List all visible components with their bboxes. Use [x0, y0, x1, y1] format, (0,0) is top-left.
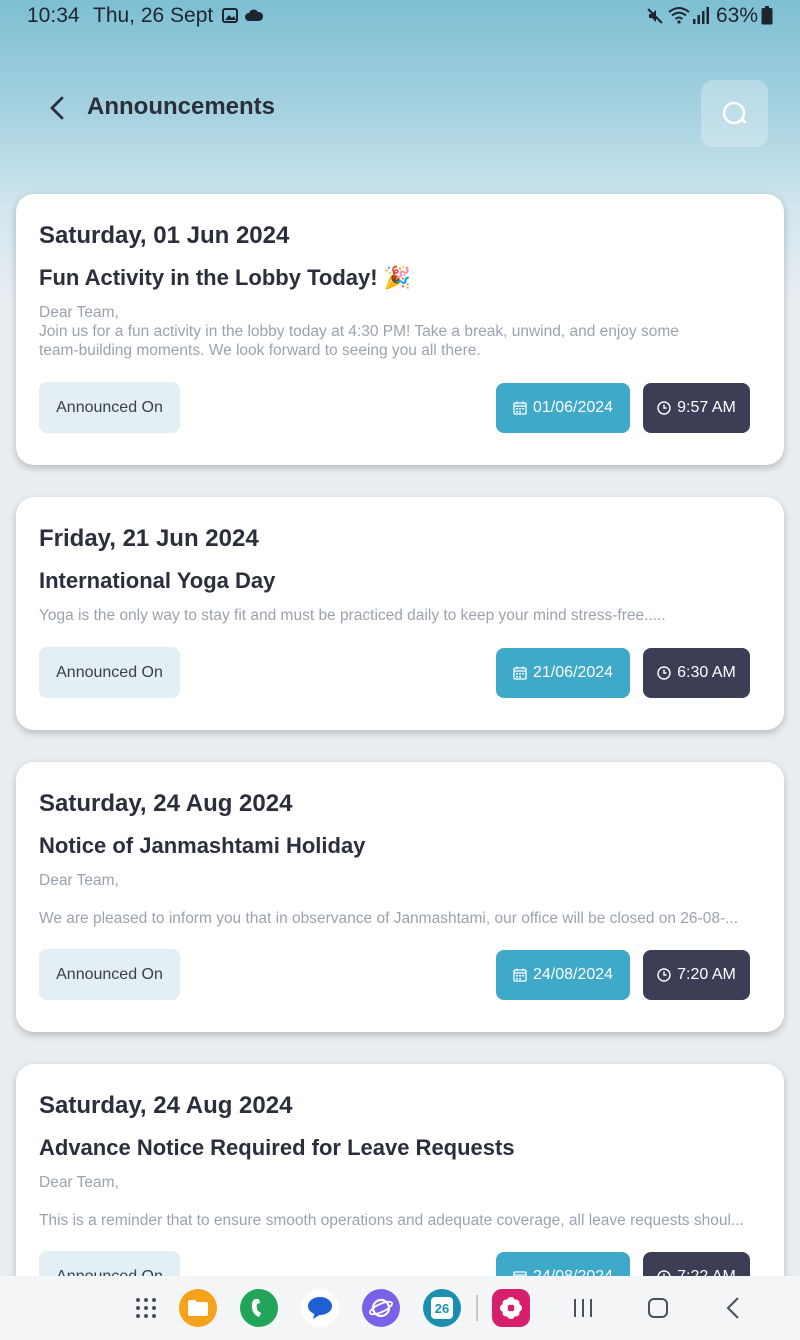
announcement-body-line: We are pleased to inform you that in obs…	[39, 910, 739, 927]
home-button[interactable]	[639, 1289, 677, 1327]
app-header: Announcements	[0, 80, 800, 148]
gallery-app-icon[interactable]	[492, 1289, 530, 1327]
announcement-date-heading: Saturday, 24 Aug 2024	[39, 790, 293, 817]
wifi-icon	[668, 7, 690, 24]
announcement-body-line: Dear Team,	[39, 872, 119, 889]
announced-on-label: Announced On	[39, 382, 180, 433]
announced-time-badge: 6:30 AM	[643, 648, 750, 698]
calendar-day-number: 26	[431, 1297, 453, 1319]
announced-date: 24/08/2024	[532, 966, 614, 983]
announcement-body: Dear Team, Join us for a fun activity in…	[39, 303, 759, 360]
clock-icon	[657, 968, 671, 982]
folder-icon	[188, 1300, 208, 1316]
back-button[interactable]	[40, 90, 76, 126]
search-icon	[722, 101, 746, 124]
calendar-icon	[513, 401, 527, 415]
status-bar: 10:34 Thu, 26 Sept 63%	[0, 0, 800, 32]
navigation-bar: 26	[0, 1276, 800, 1340]
app-drawer-button[interactable]	[127, 1289, 165, 1327]
image-notification-icon	[222, 8, 238, 23]
announcement-body-line: Dear Team,	[39, 1174, 119, 1191]
announced-time-badge: 9:57 AM	[643, 383, 750, 433]
calendar-icon	[513, 666, 527, 680]
announced-time-badge: 7:20 AM	[643, 950, 750, 1000]
announcement-card[interactable]: Saturday, 24 Aug 2024 Notice of Janmasht…	[16, 762, 784, 1032]
announcement-date-heading: Saturday, 01 Jun 2024	[39, 222, 290, 249]
announced-time: 9:57 AM	[677, 399, 736, 416]
announced-date-badge: 21/06/2024	[496, 648, 630, 698]
back-icon	[726, 1297, 739, 1319]
announcement-date-heading: Friday, 21 Jun 2024	[39, 525, 259, 552]
announcement-body-line: team-building moments. We look forward t…	[39, 342, 481, 359]
cloud-icon	[245, 9, 263, 21]
planet-icon	[369, 1298, 393, 1318]
announcement-title: Notice of Janmashtami Holiday	[39, 833, 366, 858]
phone-app-icon[interactable]	[240, 1289, 278, 1327]
announcement-body-line: Dear Team,	[39, 304, 119, 321]
status-time: 10:34	[27, 4, 80, 27]
nav-back-button[interactable]	[715, 1289, 753, 1327]
announcement-body: Yoga is the only way to stay fit and mus…	[39, 606, 759, 625]
back-arrow-icon	[50, 96, 64, 120]
page-title: Announcements	[87, 93, 276, 120]
announcement-body-line: Join us for a fun activity in the lobby …	[39, 323, 679, 340]
announcement-title: International Yoga Day	[39, 568, 276, 593]
announcement-title: Advance Notice Required for Leave Reques…	[39, 1135, 515, 1160]
files-app-icon[interactable]	[179, 1289, 217, 1327]
phone-icon	[251, 1299, 261, 1317]
announced-on-label: Announced On	[39, 949, 180, 1000]
signal-icon	[693, 7, 709, 24]
battery-percentage: 63%	[716, 4, 759, 27]
announced-date-badge: 24/08/2024	[496, 950, 630, 1000]
messages-app-icon[interactable]	[301, 1289, 339, 1327]
nav-divider	[476, 1295, 478, 1321]
announcement-card[interactable]: Friday, 21 Jun 2024 International Yoga D…	[16, 497, 784, 730]
announcement-date-heading: Saturday, 24 Aug 2024	[39, 1092, 293, 1119]
mute-icon	[647, 8, 663, 24]
recents-icon	[574, 1299, 592, 1317]
announced-time: 7:20 AM	[677, 966, 736, 983]
recents-button[interactable]	[564, 1289, 602, 1327]
announced-date-badge: 01/06/2024	[496, 383, 630, 433]
clock-icon	[657, 666, 671, 680]
announcement-card[interactable]: Saturday, 01 Jun 2024 Fun Activity in th…	[16, 194, 784, 465]
announcement-body: Dear Team, This is a reminder that to en…	[39, 1173, 759, 1230]
announcement-title: Fun Activity in the Lobby Today! 🎉	[39, 265, 412, 290]
calendar-app-icon[interactable]: 26	[423, 1289, 461, 1327]
flower-icon	[500, 1297, 522, 1319]
announcement-body-line: This is a reminder that to ensure smooth…	[39, 1212, 744, 1229]
status-date: Thu, 26 Sept	[93, 4, 214, 27]
home-icon	[648, 1298, 668, 1318]
chat-bubble-icon	[308, 1297, 332, 1319]
announcement-body: Dear Team, We are pleased to inform you …	[39, 871, 759, 928]
clock-icon	[657, 401, 671, 415]
announced-date: 01/06/2024	[532, 399, 614, 416]
announced-date: 21/06/2024	[532, 664, 614, 681]
announced-on-label: Announced On	[39, 647, 180, 698]
search-button[interactable]	[701, 80, 768, 147]
app-drawer-icon	[136, 1298, 156, 1318]
announcement-body-line: Yoga is the only way to stay fit and mus…	[39, 607, 666, 624]
battery-icon	[761, 6, 773, 25]
calendar-icon	[513, 968, 527, 982]
announced-time: 6:30 AM	[677, 664, 736, 681]
browser-app-icon[interactable]	[362, 1289, 400, 1327]
